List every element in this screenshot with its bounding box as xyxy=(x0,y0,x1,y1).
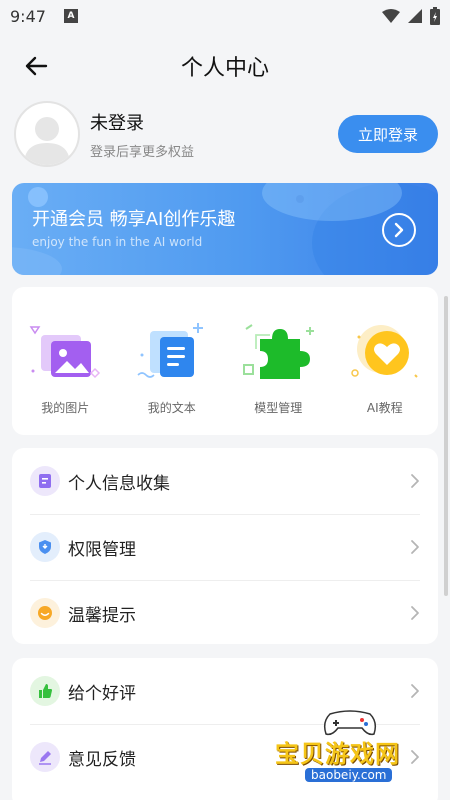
chevron-right-icon xyxy=(411,540,419,554)
banner-subtitle: enjoy the fun in the AI world xyxy=(32,235,203,249)
scrollbar[interactable] xyxy=(444,296,448,596)
thumbs-up-icon xyxy=(30,676,60,706)
status-time: 9:47 xyxy=(10,6,46,26)
grid-item-ai-tutorial[interactable]: AI教程 xyxy=(340,323,430,416)
info-collect-icon xyxy=(30,466,60,496)
profile-subtitle: 登录后享更多权益 xyxy=(90,144,195,160)
status-bar: 9:47 A xyxy=(0,0,450,32)
grid-item-my-images[interactable]: 我的图片 xyxy=(20,323,110,416)
menu-item-tips[interactable]: 温馨提示 xyxy=(12,580,438,646)
shield-icon xyxy=(30,532,60,562)
puzzle-icon xyxy=(243,324,315,379)
grid-label: 我的图片 xyxy=(41,401,90,415)
quick-access-grid: 我的图片 我的文本 模型管理 AI教程 xyxy=(12,287,438,435)
wifi-icon xyxy=(382,9,400,23)
profile-text: 未登录 登录后享更多权益 xyxy=(90,109,194,160)
battery-icon xyxy=(430,7,440,25)
banner-title: 开通会员 畅享AI创作乐趣 xyxy=(32,209,236,230)
grid-label: AI教程 xyxy=(366,401,403,415)
grid-label: 模型管理 xyxy=(254,401,303,415)
header: 个人中心 xyxy=(0,36,450,96)
notification-icon: A xyxy=(63,9,78,23)
avatar[interactable] xyxy=(14,101,80,167)
chevron-right-icon xyxy=(411,606,419,620)
menu-item-permissions[interactable]: 权限管理 xyxy=(12,514,438,580)
settings-menu: 个人信息收集 权限管理 温馨提示 xyxy=(12,448,438,644)
chevron-right-icon xyxy=(394,222,404,238)
profile-name: 未登录 xyxy=(90,112,144,134)
profile-section: 未登录 登录后享更多权益 立即登录 xyxy=(14,100,438,168)
watermark-logo: 宝贝游戏网 baobeiy.com xyxy=(275,708,425,792)
chevron-right-icon xyxy=(411,684,419,698)
image-icon xyxy=(29,326,101,379)
chevron-right-icon xyxy=(411,474,419,488)
menu-label: 温馨提示 xyxy=(68,605,136,626)
feedback-icon xyxy=(30,742,60,772)
menu-label: 权限管理 xyxy=(68,539,136,560)
vip-banner[interactable]: 开通会员 畅享AI创作乐趣 enjoy the fun in the AI wo… xyxy=(12,183,438,275)
menu-item-personal-info[interactable]: 个人信息收集 xyxy=(12,448,438,514)
back-button[interactable] xyxy=(20,50,52,82)
document-icon xyxy=(137,323,203,378)
heart-icon xyxy=(351,325,418,378)
grid-item-my-text[interactable]: 我的文本 xyxy=(127,323,217,416)
banner-arrow-button[interactable] xyxy=(382,213,416,247)
watermark-url: baobeiy.com xyxy=(305,768,393,782)
watermark-text: 宝贝游戏网 xyxy=(275,740,400,768)
grid-label: 我的文本 xyxy=(147,401,196,415)
page-title: 个人中心 xyxy=(180,56,269,81)
arrow-left-icon xyxy=(25,56,48,76)
signal-icon xyxy=(408,9,422,23)
menu-label: 给个好评 xyxy=(68,683,136,704)
login-button[interactable]: 立即登录 xyxy=(338,115,438,153)
user-silhouette-icon xyxy=(24,117,70,165)
menu-label: 意见反馈 xyxy=(68,749,136,770)
smile-icon xyxy=(30,598,60,628)
menu-label: 个人信息收集 xyxy=(68,473,170,494)
grid-item-model-management[interactable]: 模型管理 xyxy=(233,323,323,416)
